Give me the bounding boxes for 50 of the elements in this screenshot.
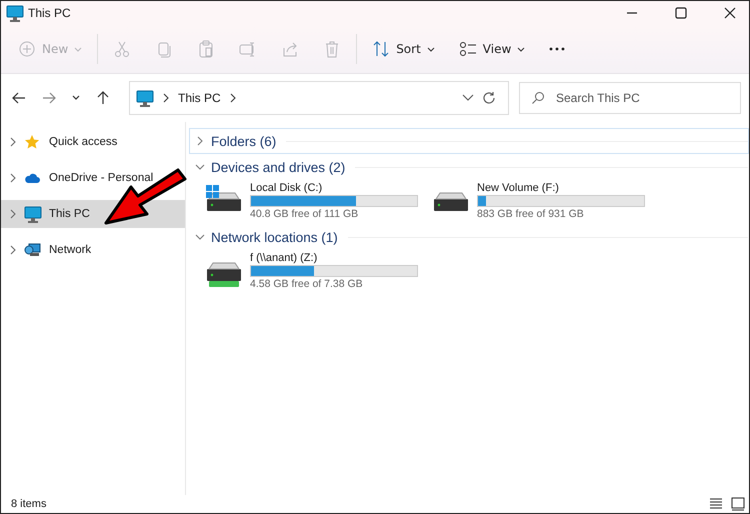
drive-name: New Volume (F:) bbox=[477, 182, 560, 194]
plus-icon bbox=[18, 40, 36, 58]
search-field[interactable]: Search This PC bbox=[519, 82, 741, 114]
address-bar[interactable]: This PC bbox=[129, 81, 509, 115]
computer-icon bbox=[6, 4, 24, 22]
list-view-icon bbox=[458, 40, 477, 58]
sort-icon bbox=[372, 40, 390, 58]
search-icon bbox=[531, 91, 545, 105]
up-icon[interactable] bbox=[95, 90, 111, 106]
section-header[interactable]: Devices and drives (2) bbox=[189, 154, 749, 180]
chevron-icon bbox=[162, 93, 170, 103]
window-title: This PC bbox=[28, 6, 71, 20]
refresh-icon[interactable] bbox=[482, 91, 496, 105]
share-icon bbox=[281, 40, 300, 58]
more-icon bbox=[549, 47, 566, 51]
drive-name: f (\\anant) (Z:) bbox=[250, 252, 318, 264]
section-header[interactable]: Folders (6) bbox=[189, 128, 749, 154]
details-view-icon[interactable] bbox=[709, 497, 723, 511]
star-icon bbox=[24, 134, 42, 150]
back-icon[interactable] bbox=[11, 90, 27, 106]
close-button[interactable] bbox=[723, 6, 737, 20]
section-header[interactable]: Network locations (1) bbox=[189, 224, 749, 250]
scissors-icon bbox=[113, 40, 132, 58]
chevron-icon bbox=[9, 173, 17, 183]
view-button[interactable]: View bbox=[450, 36, 534, 62]
free-space-text: 883 GB free of 931 GB bbox=[477, 208, 585, 220]
item-count: 8 items bbox=[11, 498, 46, 510]
sidebar-item[interactable]: OneDrive - Personal bbox=[1, 164, 185, 192]
free-space-text: 4.58 GB free of 7.38 GB bbox=[250, 278, 364, 290]
chevron-icon bbox=[9, 209, 17, 219]
computer-icon bbox=[136, 90, 154, 106]
chevron-icon bbox=[195, 136, 205, 146]
dropdown-icon[interactable] bbox=[462, 94, 474, 102]
chevron-icon bbox=[195, 232, 205, 242]
clipboard-icon bbox=[197, 40, 216, 58]
forward-icon[interactable] bbox=[41, 90, 57, 106]
chevron-icon bbox=[9, 245, 17, 255]
chevron-icon bbox=[228, 93, 237, 103]
tiles-view-icon[interactable] bbox=[731, 497, 745, 511]
breadcrumb[interactable]: This PC bbox=[178, 91, 221, 105]
chevron-icon bbox=[9, 137, 17, 147]
network-icon bbox=[24, 242, 42, 258]
computer-icon bbox=[24, 206, 42, 222]
sidebar-item[interactable]: Network bbox=[1, 236, 185, 264]
drive-name: Local Disk (C:) bbox=[250, 182, 324, 194]
maximize-button[interactable] bbox=[674, 6, 688, 20]
chevron-icon bbox=[195, 162, 205, 172]
sidebar-item[interactable]: Quick access bbox=[1, 128, 185, 156]
free-space-text: 40.8 GB free of 111 GB bbox=[250, 208, 360, 220]
sort-button[interactable]: Sort bbox=[363, 36, 444, 62]
